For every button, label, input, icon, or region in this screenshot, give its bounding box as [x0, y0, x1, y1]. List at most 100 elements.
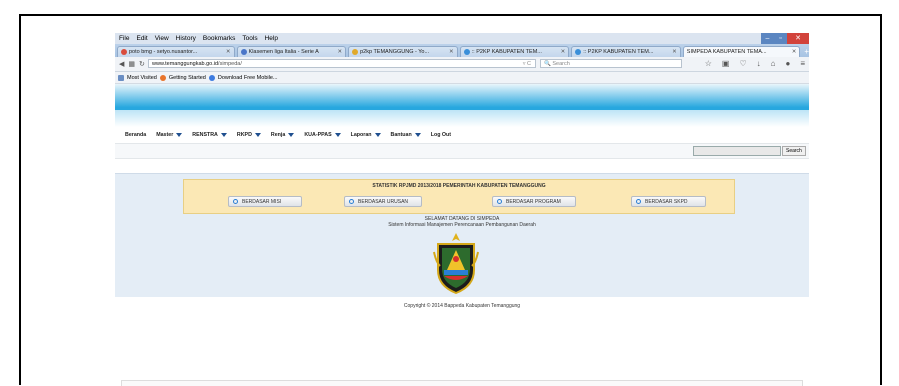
- menu-history[interactable]: History: [176, 35, 196, 42]
- bookmark-most-visited[interactable]: Most Visited: [127, 75, 157, 81]
- close-tab-icon[interactable]: ✕: [337, 49, 342, 55]
- tab-5[interactable]: :: P2KP KABUPATEN TEM... ✕: [571, 46, 681, 57]
- button-label: BERDASAR PROGRAM: [506, 198, 561, 205]
- btn-berdasar-misi[interactable]: BERDASAR MISI: [228, 196, 302, 207]
- tab-4[interactable]: :: P2KP KABUPATEN TEM... ✕: [459, 46, 570, 57]
- tab-2[interactable]: Klasemen liga Italia - Serie A ✕: [236, 46, 347, 57]
- site-icon: [352, 49, 359, 55]
- site-search-button[interactable]: Search: [782, 146, 806, 156]
- tab-6-active[interactable]: SIMPEDA KABUPATEN TEMA... ✕: [682, 46, 801, 57]
- url-bar[interactable]: www.temanggungkab.go.id/simpeda/ ▿ C: [148, 59, 536, 68]
- menu-label: Beranda: [125, 132, 147, 138]
- site-search-input[interactable]: [693, 146, 781, 156]
- bookmark-getting-started[interactable]: Getting Started: [169, 75, 206, 81]
- dropdown-arrow-icon: [288, 133, 295, 137]
- site-banner: [115, 84, 809, 110]
- dropdown-arrow-icon: [176, 133, 183, 137]
- menu-label: Laporan: [350, 132, 372, 138]
- site-search-row: Search: [115, 143, 809, 159]
- site-menu: Beranda Master RENSTRA RKPD Renja KUA-PP…: [115, 127, 809, 143]
- tab-3[interactable]: p2kp TEMANGGUNG - Yo... ✕: [348, 46, 458, 57]
- kabupaten-crest-logo: [433, 233, 479, 294]
- tab-label: Klasemen liga Italia - Serie A: [248, 49, 319, 55]
- download-icon[interactable]: ↓: [757, 59, 761, 68]
- btn-berdasar-program[interactable]: BERDASAR PROGRAM: [492, 196, 576, 207]
- search-placeholder: Search: [552, 61, 570, 67]
- button-label: BERDASAR URUSAN: [358, 198, 409, 205]
- close-tab-icon[interactable]: ✕: [792, 49, 797, 55]
- menu-master[interactable]: Master: [156, 132, 183, 138]
- url-path: /simpeda/: [218, 61, 242, 67]
- site-icon: [240, 49, 247, 55]
- hamburger-menu-icon[interactable]: ≡: [800, 59, 805, 68]
- google-icon: [208, 74, 215, 81]
- dropdown-arrow-icon: [414, 133, 421, 137]
- close-icon[interactable]: ✕: [787, 33, 809, 44]
- search-icon: [636, 199, 641, 204]
- btn-berdasar-skpd[interactable]: BERDASAR SKPD: [631, 196, 706, 207]
- bookmark-download-mobile[interactable]: Download Free Mobile...: [218, 75, 278, 81]
- new-tab-icon[interactable]: +: [804, 46, 809, 57]
- menu-logout[interactable]: Log Out: [431, 132, 451, 138]
- close-tab-icon[interactable]: ✕: [226, 49, 231, 55]
- search-input[interactable]: 🔍 Search: [540, 59, 682, 68]
- menu-edit[interactable]: Edit: [136, 35, 147, 42]
- tab-label: poto bmg - setyo.nusantor...: [129, 49, 198, 55]
- menu-rkpd[interactable]: RKPD: [237, 132, 261, 138]
- menu-label: Log Out: [430, 132, 452, 138]
- menu-renja[interactable]: Renja: [270, 132, 295, 138]
- banner-fade: [115, 110, 809, 127]
- url-actions-icon[interactable]: ▿ C: [523, 60, 531, 69]
- menu-file[interactable]: File: [119, 35, 129, 42]
- gmail-icon: [121, 49, 127, 55]
- menu-kua-ppas[interactable]: KUA-PPAS: [304, 132, 341, 138]
- tab-label: SIMPEDA KABUPATEN TEMA...: [686, 49, 767, 55]
- menu-help[interactable]: Help: [265, 35, 278, 42]
- pocket-icon[interactable]: ♡: [739, 59, 746, 68]
- browser-window: File Edit View History Bookmarks Tools H…: [115, 33, 809, 313]
- menu-beranda[interactable]: Beranda: [125, 132, 146, 138]
- bookmark-star-icon[interactable]: ☆: [705, 59, 712, 68]
- page-icon: ▦: [128, 61, 136, 68]
- menu-tools[interactable]: Tools: [242, 35, 257, 42]
- back-icon[interactable]: ◀: [119, 60, 124, 68]
- menu-label: Master: [156, 132, 174, 138]
- menu-label: KUA-PPAS: [304, 132, 332, 138]
- dropdown-arrow-icon: [374, 133, 381, 137]
- close-tab-icon[interactable]: ✕: [672, 49, 677, 55]
- navigation-bar: ◀ ▦ ↻ www.temanggungkab.go.id/simpeda/ ▿ …: [115, 57, 809, 72]
- site-icon: [463, 49, 470, 55]
- menu-view[interactable]: View: [155, 35, 169, 42]
- menu-bookmarks[interactable]: Bookmarks: [203, 35, 236, 42]
- btn-berdasar-urusan[interactable]: BERDASAR URUSAN: [344, 196, 422, 207]
- close-tab-icon[interactable]: ✕: [561, 49, 566, 55]
- menu-label: Renja: [270, 132, 286, 138]
- close-tab-icon[interactable]: ✕: [449, 49, 454, 55]
- tab-1[interactable]: poto bmg - setyo.nusantor... ✕: [117, 46, 235, 57]
- menu-renstra[interactable]: RENSTRA: [192, 132, 227, 138]
- welcome-subtitle: Sistem Informasi Manajemen Perencanaan P…: [388, 222, 536, 228]
- minimize-icon[interactable]: –: [761, 33, 774, 44]
- button-label: BERDASAR MISI: [242, 198, 282, 205]
- clipboard-icon[interactable]: ▣: [722, 59, 730, 68]
- firefox-icon: [159, 74, 166, 81]
- site-icon: [575, 49, 582, 55]
- dropdown-arrow-icon: [254, 133, 261, 137]
- menu-bantuan[interactable]: Bantuan: [391, 132, 421, 138]
- most-visited-icon: [118, 74, 124, 81]
- home-icon[interactable]: ⌂: [771, 59, 776, 68]
- bottom-strip: [121, 380, 803, 386]
- copyright-text: Copyright © 2014 Bappeda Kabupaten Teman…: [403, 303, 521, 309]
- menu-label: Bantuan: [390, 132, 412, 138]
- reload-icon[interactable]: ↻: [139, 60, 145, 68]
- search-icon: [349, 199, 354, 204]
- addon-icon[interactable]: ●: [785, 59, 790, 68]
- maximize-icon[interactable]: ▫: [774, 33, 787, 44]
- page-content: Beranda Master RENSTRA RKPD Renja KUA-PP…: [115, 84, 809, 313]
- tab-label: :: P2KP KABUPATEN TEM...: [471, 49, 542, 55]
- bookmarks-toolbar: Most Visited Getting Started Download Fr…: [115, 72, 809, 84]
- dropdown-arrow-icon: [220, 133, 227, 137]
- tab-label: :: P2KP KABUPATEN TEM...: [583, 49, 654, 55]
- menu-laporan[interactable]: Laporan: [351, 132, 381, 138]
- menu-bar: File Edit View History Bookmarks Tools H…: [115, 33, 809, 44]
